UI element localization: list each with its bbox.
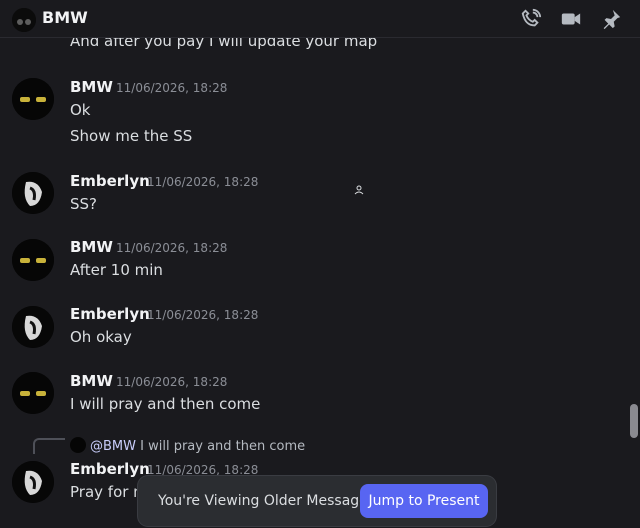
- author-name[interactable]: BMW: [70, 372, 113, 390]
- timestamp: 11/06/2026, 18:28: [116, 81, 228, 95]
- avatar: [70, 437, 86, 453]
- avatar[interactable]: [12, 239, 54, 281]
- timestamp: 11/06/2026, 18:28: [147, 175, 259, 189]
- channel-title: BMW: [42, 8, 88, 27]
- reply-preview[interactable]: @BMW I will pray and then come: [70, 437, 305, 454]
- avatar[interactable]: [12, 461, 54, 503]
- avatar[interactable]: [12, 78, 54, 120]
- phone-icon[interactable]: [520, 8, 542, 30]
- jump-to-present-button[interactable]: Jump to Present: [360, 484, 488, 518]
- avatar[interactable]: [12, 8, 36, 32]
- pin-icon[interactable]: [600, 8, 622, 30]
- reply-text: I will pray and then come: [140, 439, 306, 454]
- author-name[interactable]: Emberlyn: [70, 460, 150, 478]
- message-text: Ok: [70, 101, 91, 119]
- timestamp: 11/06/2026, 18:28: [116, 241, 228, 255]
- author-name[interactable]: BMW: [70, 78, 113, 96]
- banner-text: You're Viewing Older Messages: [158, 493, 376, 509]
- partial-message: And after you pay I will update your map: [70, 38, 378, 50]
- avatar[interactable]: [12, 372, 54, 414]
- timestamp: 11/06/2026, 18:28: [147, 308, 259, 322]
- message-text: SS?: [70, 195, 98, 213]
- reply-connector: [33, 438, 65, 454]
- message-text: After 10 min: [70, 261, 163, 279]
- scrollbar-thumb[interactable]: [630, 404, 638, 438]
- older-messages-banner: You're Viewing Older Messages Jump to Pr…: [138, 476, 496, 526]
- reply-mention[interactable]: @BMW: [90, 439, 136, 454]
- channel-header: BMW: [0, 0, 640, 38]
- message-text: Pray for m: [70, 483, 148, 501]
- avatar[interactable]: [12, 172, 54, 214]
- message-text: Show me the SS: [70, 127, 193, 145]
- timestamp: 11/06/2026, 18:28: [147, 463, 259, 477]
- avatar[interactable]: [12, 306, 54, 348]
- message-text: I will pray and then come: [70, 395, 261, 413]
- message-list[interactable]: And after you pay I will update your map…: [0, 38, 628, 528]
- person-small-icon: [354, 180, 364, 199]
- author-name[interactable]: BMW: [70, 238, 113, 256]
- video-icon[interactable]: [560, 8, 582, 30]
- author-name[interactable]: Emberlyn: [70, 305, 150, 323]
- timestamp: 11/06/2026, 18:28: [116, 375, 228, 389]
- message-text: Oh okay: [70, 328, 132, 346]
- author-name[interactable]: Emberlyn: [70, 172, 150, 190]
